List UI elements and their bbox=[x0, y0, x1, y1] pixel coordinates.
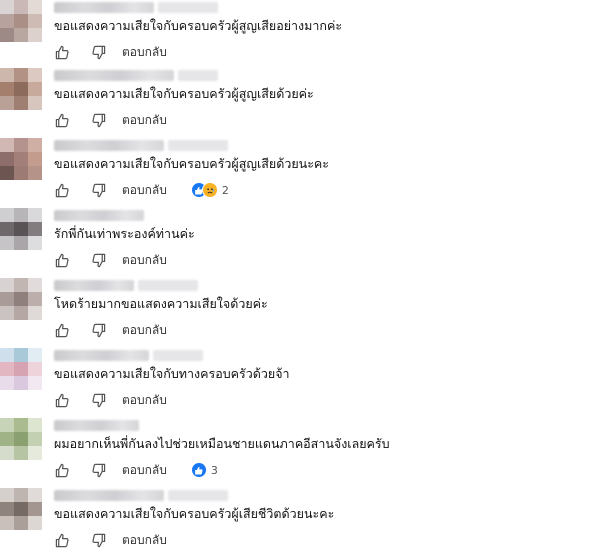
commenter-name-redacted[interactable] bbox=[54, 280, 134, 291]
comment-text: ขอแสดงความเสียใจกับครอบครัวผู้สูญเสียอย่… bbox=[54, 18, 343, 33]
comment-actions: ตอบกลับ bbox=[54, 322, 167, 338]
avatar[interactable] bbox=[0, 348, 42, 390]
comment-text: ผมอยากเห็นพี่กันลงไปช่วยเหมือนชายแดนภาคอ… bbox=[54, 436, 390, 451]
thumbs-up-icon[interactable] bbox=[54, 532, 70, 548]
comment-actions: ตอบกลับ bbox=[54, 392, 167, 408]
commenter-name-redacted[interactable] bbox=[54, 70, 174, 81]
thumbs-up-icon[interactable] bbox=[54, 322, 70, 338]
avatar[interactable] bbox=[0, 208, 42, 250]
thumbs-up-icon[interactable] bbox=[54, 112, 70, 128]
sad-reaction-icon bbox=[201, 182, 218, 198]
thumbs-up-icon[interactable] bbox=[54, 44, 70, 60]
comment-item: รักพี่กันเท่าพระองค์ท่านค่ะตอบกลับ bbox=[0, 208, 600, 278]
avatar[interactable] bbox=[0, 418, 42, 460]
thumbs-down-icon[interactable] bbox=[90, 182, 106, 198]
commenter-name-redacted-tail bbox=[168, 490, 228, 501]
commenter-name-redacted-tail bbox=[178, 70, 218, 81]
commenter-name-redacted-tail bbox=[168, 140, 228, 151]
comment-actions: ตอบกลับ bbox=[54, 112, 167, 128]
comment-text: รักพี่กันเท่าพระองค์ท่านค่ะ bbox=[54, 226, 195, 241]
comment-item: โหดร้ายมากขอแสดงความเสียใจด้วยค่ะตอบกลับ bbox=[0, 278, 600, 348]
reply-button[interactable]: ตอบกลับ bbox=[122, 531, 167, 550]
thumbs-down-icon[interactable] bbox=[90, 322, 106, 338]
reply-button[interactable]: ตอบกลับ bbox=[122, 391, 167, 410]
avatar[interactable] bbox=[0, 488, 42, 530]
commenter-name-redacted[interactable] bbox=[54, 420, 139, 431]
avatar[interactable] bbox=[0, 278, 42, 320]
thumbs-up-icon[interactable] bbox=[54, 392, 70, 408]
thumbs-down-icon[interactable] bbox=[90, 252, 106, 268]
reply-button[interactable]: ตอบกลับ bbox=[122, 111, 167, 130]
reaction-count: 3 bbox=[210, 463, 218, 477]
thumbs-up-icon[interactable] bbox=[54, 462, 70, 478]
comment-item: ขอแสดงความเสียใจกับทางครอบครัวด้วยจ้าตอบ… bbox=[0, 348, 600, 418]
commenter-name-redacted[interactable] bbox=[54, 2, 154, 13]
thumbs-down-icon[interactable] bbox=[90, 392, 106, 408]
commenter-name-redacted[interactable] bbox=[54, 490, 164, 501]
comment-actions: ตอบกลับ bbox=[54, 44, 167, 60]
reply-button[interactable]: ตอบกลับ bbox=[122, 181, 167, 200]
commenter-name-redacted[interactable] bbox=[54, 210, 144, 221]
avatar[interactable] bbox=[0, 0, 42, 42]
commenter-name-redacted-tail bbox=[138, 280, 198, 291]
comment-text: ขอแสดงความเสียใจกับครอบครัวผู้สูญเสียด้ว… bbox=[54, 156, 329, 171]
comment-item: ขอแสดงความเสียใจกับครอบครัวผู้สูญเสียด้ว… bbox=[0, 138, 600, 208]
thumbs-up-icon[interactable] bbox=[54, 182, 70, 198]
reply-button[interactable]: ตอบกลับ bbox=[122, 251, 167, 270]
thumbs-up-icon[interactable] bbox=[54, 252, 70, 268]
thumbs-down-icon[interactable] bbox=[90, 112, 106, 128]
comment-actions: ตอบกลับ 3 bbox=[54, 462, 218, 478]
avatar[interactable] bbox=[0, 68, 42, 110]
reply-button[interactable]: ตอบกลับ bbox=[122, 321, 167, 340]
comment-text: ขอแสดงความเสียใจกับครอบครัวผู้สูญเสียด้ว… bbox=[54, 86, 314, 101]
reaction-summary[interactable]: 2 bbox=[190, 182, 229, 198]
reply-button[interactable]: ตอบกลับ bbox=[122, 43, 167, 62]
reaction-count: 2 bbox=[221, 183, 229, 197]
comment-text: ขอแสดงความเสียใจกับทางครอบครัวด้วยจ้า bbox=[54, 366, 290, 381]
comment-text: ขอแสดงความเสียใจกับครอบครัวผู้เสียชีวิตด… bbox=[54, 506, 335, 521]
comment-item: ขอแสดงความเสียใจกับครอบครัวผู้เสียชีวิตด… bbox=[0, 488, 600, 558]
commenter-name-redacted[interactable] bbox=[54, 140, 164, 151]
comment-actions: ตอบกลับ bbox=[54, 532, 167, 548]
commenter-name-redacted-tail bbox=[158, 2, 218, 13]
comment-item: ผมอยากเห็นพี่กันลงไปช่วยเหมือนชายแดนภาคอ… bbox=[0, 418, 600, 488]
comment-text: โหดร้ายมากขอแสดงความเสียใจด้วยค่ะ bbox=[54, 296, 268, 311]
like-reaction-icon bbox=[190, 462, 207, 478]
comment-actions: ตอบกลับ 2 bbox=[54, 182, 229, 198]
thumbs-down-icon[interactable] bbox=[90, 532, 106, 548]
commenter-name-redacted-tail bbox=[153, 350, 203, 361]
thumbs-down-icon[interactable] bbox=[90, 44, 106, 60]
reaction-summary[interactable]: 3 bbox=[190, 462, 218, 478]
comment-item: ขอแสดงความเสียใจกับครอบครัวผู้สูญเสียด้ว… bbox=[0, 68, 600, 138]
commenter-name-redacted[interactable] bbox=[54, 350, 149, 361]
avatar[interactable] bbox=[0, 138, 42, 180]
comment-actions: ตอบกลับ bbox=[54, 252, 167, 268]
thumbs-down-icon[interactable] bbox=[90, 462, 106, 478]
reply-button[interactable]: ตอบกลับ bbox=[122, 461, 167, 480]
comment-item: ขอแสดงความเสียใจกับครอบครัวผู้สูญเสียอย่… bbox=[0, 0, 600, 70]
